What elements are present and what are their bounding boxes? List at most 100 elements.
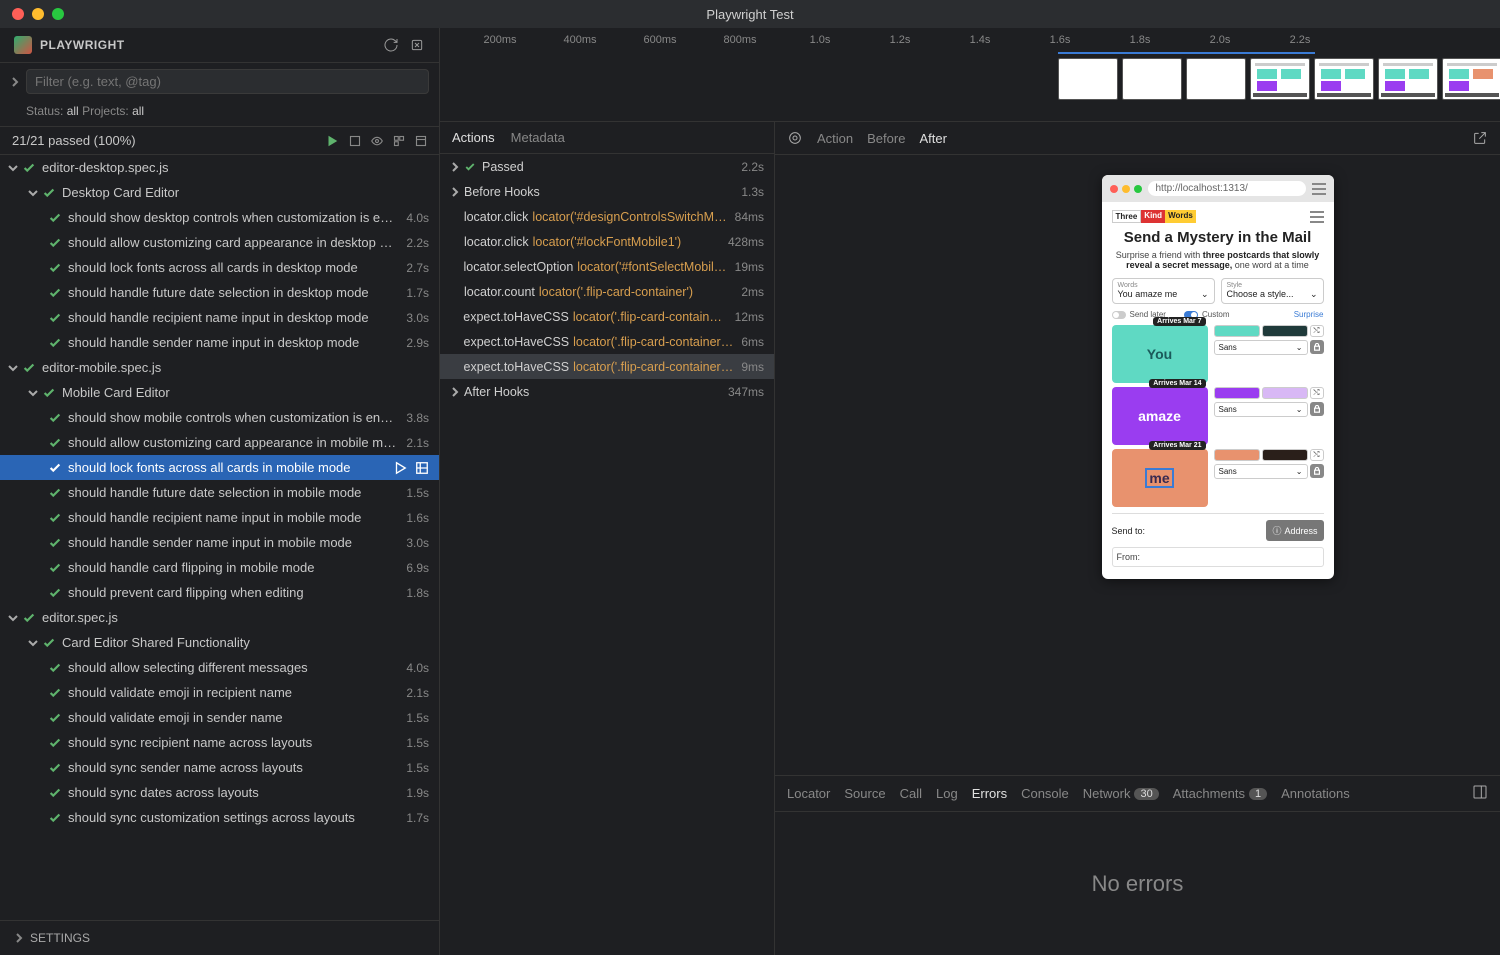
check-icon	[22, 611, 36, 625]
tree-label: should lock fonts across all cards in de…	[68, 260, 358, 275]
suite-row[interactable]: Desktop Card Editor	[0, 180, 439, 205]
check-icon	[48, 286, 62, 300]
run-all-icon[interactable]	[325, 134, 339, 148]
chevron-right-icon[interactable]	[10, 77, 20, 87]
action-row[interactable]: After Hooks347ms	[440, 379, 774, 404]
file-row[interactable]: editor-desktop.spec.js	[0, 155, 439, 180]
minimize-window[interactable]	[32, 8, 44, 20]
settings-toggle[interactable]: SETTINGS	[0, 920, 439, 955]
tab-actions[interactable]: Actions	[452, 130, 495, 145]
expand-icon[interactable]	[415, 135, 427, 147]
timeline-frame[interactable]	[1250, 58, 1310, 100]
action-time: 12ms	[729, 310, 764, 324]
preview-min-icon	[1122, 185, 1130, 193]
tab-attachments[interactable]: Attachments 1	[1173, 786, 1267, 801]
tab-source[interactable]: Source	[844, 786, 885, 801]
close-window[interactable]	[12, 8, 24, 20]
test-row[interactable]: should prevent card flipping when editin…	[0, 580, 439, 605]
test-row[interactable]: should validate emoji in sender name1.5s	[0, 705, 439, 730]
test-row[interactable]: should handle future date selection in m…	[0, 480, 439, 505]
action-row[interactable]: locator.countlocator('.flip-card-contain…	[440, 279, 774, 304]
action-row[interactable]: locator.clicklocator('#lockFontMobile1')…	[440, 229, 774, 254]
test-row[interactable]: should sync sender name across layouts1.…	[0, 755, 439, 780]
timeline-frame[interactable]	[1058, 58, 1118, 100]
tab-before[interactable]: Before	[867, 131, 905, 146]
test-row[interactable]: should allow selecting different message…	[0, 655, 439, 680]
test-row[interactable]: should allow customizing card appearance…	[0, 430, 439, 455]
watch-icon[interactable]	[371, 135, 383, 147]
test-row[interactable]: should handle card flipping in mobile mo…	[0, 555, 439, 580]
popout-icon[interactable]	[1472, 130, 1488, 146]
test-row[interactable]: should validate emoji in recipient name2…	[0, 680, 439, 705]
cancel-run-icon[interactable]	[409, 37, 425, 53]
test-row[interactable]: should handle sender name input in deskt…	[0, 330, 439, 355]
action-locator: locator('#lockFontMobile1')	[533, 235, 682, 249]
test-row[interactable]: should handle recipient name input in de…	[0, 305, 439, 330]
tree-label: editor.spec.js	[42, 610, 118, 625]
play-icon[interactable]	[393, 461, 407, 475]
timeline-frame[interactable]	[1442, 58, 1500, 100]
action-time: 428ms	[722, 235, 764, 249]
file-row[interactable]: editor.spec.js	[0, 605, 439, 630]
timeline-frame[interactable]	[1186, 58, 1246, 100]
tab-annotations[interactable]: Annotations	[1281, 786, 1350, 801]
check-icon	[48, 761, 62, 775]
timeline-frames[interactable]	[1058, 58, 1500, 100]
action-locator: locator('.flip-card-container')....	[573, 335, 735, 349]
action-row[interactable]: locator.selectOptionlocator('#fontSelect…	[440, 254, 774, 279]
action-time: 19ms	[729, 260, 764, 274]
test-row[interactable]: should lock fonts across all cards in de…	[0, 255, 439, 280]
panel-layout-icon[interactable]	[1472, 784, 1488, 800]
tab-errors[interactable]: Errors	[972, 786, 1007, 801]
tab-action[interactable]: Action	[817, 131, 853, 146]
stop-icon[interactable]	[349, 135, 361, 147]
suite-row[interactable]: Mobile Card Editor	[0, 380, 439, 405]
collapse-icon[interactable]	[393, 135, 405, 147]
filter-input[interactable]	[26, 69, 429, 94]
test-row[interactable]: should show desktop controls when custom…	[0, 205, 439, 230]
tab-log[interactable]: Log	[936, 786, 958, 801]
tab-call[interactable]: Call	[900, 786, 922, 801]
reload-icon[interactable]	[383, 37, 399, 53]
action-name: After Hooks	[464, 385, 529, 399]
test-row[interactable]: should lock fonts across all cards in mo…	[0, 455, 439, 480]
action-row[interactable]: Before Hooks1.3s	[440, 179, 774, 204]
test-row[interactable]: should sync customization settings acros…	[0, 805, 439, 830]
test-row[interactable]: should handle recipient name input in mo…	[0, 505, 439, 530]
action-row[interactable]: expect.toHaveCSSlocator('.flip-card-cont…	[440, 354, 774, 379]
test-row[interactable]: should show mobile controls when customi…	[0, 405, 439, 430]
suite-row[interactable]: Card Editor Shared Functionality	[0, 630, 439, 655]
action-row[interactable]: locator.clicklocator('#designControlsSwi…	[440, 204, 774, 229]
maximize-window[interactable]	[52, 8, 64, 20]
tab-locator[interactable]: Locator	[787, 786, 830, 801]
test-row[interactable]: should handle sender name input in mobil…	[0, 530, 439, 555]
action-time: 9ms	[735, 360, 764, 374]
trace-icon[interactable]	[415, 461, 429, 475]
tab-metadata[interactable]: Metadata	[511, 130, 565, 145]
tree-label: should show mobile controls when customi…	[68, 410, 398, 425]
timeline-frame[interactable]	[1122, 58, 1182, 100]
tab-badge: 30	[1134, 788, 1158, 800]
test-row[interactable]: should handle future date selection in d…	[0, 280, 439, 305]
test-row[interactable]: should allow customizing card appearance…	[0, 230, 439, 255]
test-row[interactable]: should sync recipient name across layout…	[0, 730, 439, 755]
file-row[interactable]: editor-mobile.spec.js	[0, 355, 439, 380]
action-row[interactable]: Passed2.2s	[440, 154, 774, 179]
tab-network[interactable]: Network 30	[1083, 786, 1159, 801]
timeline-frame[interactable]	[1314, 58, 1374, 100]
words-select: Words You amaze me⌄	[1112, 278, 1215, 304]
traffic-lights[interactable]	[12, 8, 64, 20]
tab-console[interactable]: Console	[1021, 786, 1069, 801]
timeline-tick: 2.2s	[1290, 34, 1311, 46]
test-row[interactable]: should sync dates across layouts1.9s	[0, 780, 439, 805]
locator-icon[interactable]	[787, 130, 803, 146]
lock-icon	[1310, 402, 1324, 416]
action-name: expect.toHaveCSS	[464, 335, 570, 349]
playwright-logo	[14, 36, 32, 54]
card-row: Arrives Mar 21me⤭Sans⌄	[1112, 449, 1324, 507]
action-row[interactable]: expect.toHaveCSSlocator('.flip-card-cont…	[440, 304, 774, 329]
tab-after[interactable]: After	[919, 131, 946, 146]
timeline-frame[interactable]	[1378, 58, 1438, 100]
action-row[interactable]: expect.toHaveCSSlocator('.flip-card-cont…	[440, 329, 774, 354]
timeline[interactable]: 200ms400ms600ms800ms1.0s1.2s1.4s1.6s1.8s…	[440, 28, 1500, 122]
